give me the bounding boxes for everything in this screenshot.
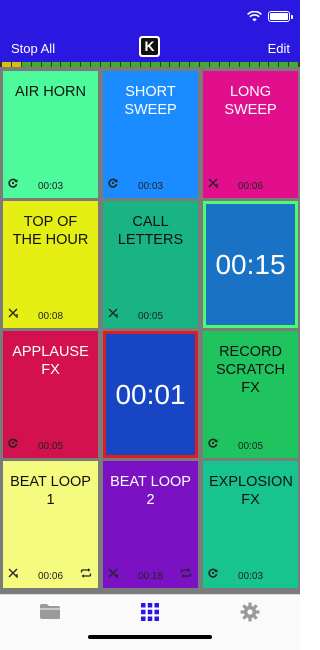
replay-icon — [208, 435, 218, 453]
status-icons — [247, 11, 293, 22]
fade-icon — [108, 305, 118, 323]
loop-icon — [80, 565, 92, 583]
replay-icon — [8, 435, 18, 453]
replay-icon — [8, 175, 18, 193]
fade-icon — [108, 565, 118, 583]
sound-pad[interactable]: AIR HORN 00:03 — [3, 71, 98, 198]
folder-icon — [39, 603, 61, 625]
countdown-timer: 00:15 — [215, 248, 286, 280]
sound-pad[interactable]: EXPLOSION FX 00:03 — [203, 461, 298, 588]
pad-title: BEAT LOOP 2 — [110, 474, 191, 508]
tab-folder[interactable] — [35, 603, 65, 625]
wifi-icon — [247, 11, 262, 22]
replay-icon — [108, 175, 118, 193]
sound-pad[interactable]: 00:01 — [103, 331, 198, 458]
tab-settings[interactable] — [235, 602, 265, 627]
edit-button[interactable]: Edit — [268, 41, 290, 56]
sound-pad[interactable]: BEAT LOOP 1 00:06 — [3, 461, 98, 588]
gear-icon — [240, 602, 260, 627]
sound-pad[interactable]: RECORD SCRATCH FX 00:05 — [203, 331, 298, 458]
sound-pad-grid: AIR HORN 00:03 SHORT SWEEP 00:03 LONG SWEEP 0… — [0, 67, 300, 594]
pad-title: TOP OF THE HOUR — [12, 214, 89, 248]
app-logo-icon: K — [139, 36, 160, 57]
pad-title: RECORD SCRATCH FX — [215, 344, 285, 396]
fade-icon — [8, 305, 18, 323]
fade-icon — [208, 175, 218, 193]
pad-title: CALL LETTERS — [117, 214, 184, 248]
sound-pad[interactable]: SHORT SWEEP 00:03 — [103, 71, 198, 198]
pad-title: APPLAUSE FX — [12, 344, 89, 378]
stop-all-button[interactable]: Stop All — [11, 41, 55, 56]
tab-pads[interactable] — [135, 602, 165, 626]
sound-pad[interactable]: 00:15 — [203, 201, 298, 328]
pad-title: BEAT LOOP 1 — [10, 474, 91, 508]
sound-pad[interactable]: CALL LETTERS 00:05 — [103, 201, 198, 328]
home-indicator — [88, 635, 212, 639]
countdown-timer: 00:01 — [115, 378, 186, 410]
pad-title: AIR HORN — [15, 84, 86, 100]
sound-pad[interactable]: APPLAUSE FX 00:05 — [3, 331, 98, 458]
sound-pad[interactable]: TOP OF THE HOUR 00:08 — [3, 201, 98, 328]
replay-icon — [208, 565, 218, 583]
sound-pad[interactable]: BEAT LOOP 2 00:18 — [103, 461, 198, 588]
pad-title: EXPLOSION FX — [209, 474, 293, 508]
pad-title: SHORT SWEEP — [124, 84, 177, 118]
sound-pad[interactable]: LONG SWEEP 00:06 — [203, 71, 298, 198]
logo-letter: K — [141, 38, 158, 55]
tab-bar — [0, 594, 300, 650]
fade-icon — [8, 565, 18, 583]
top-bar: Stop All K Edit — [0, 0, 300, 62]
grid-icon — [141, 602, 159, 626]
battery-icon — [268, 11, 293, 22]
pad-title: LONG SWEEP — [224, 84, 277, 118]
loop-icon — [180, 565, 192, 583]
